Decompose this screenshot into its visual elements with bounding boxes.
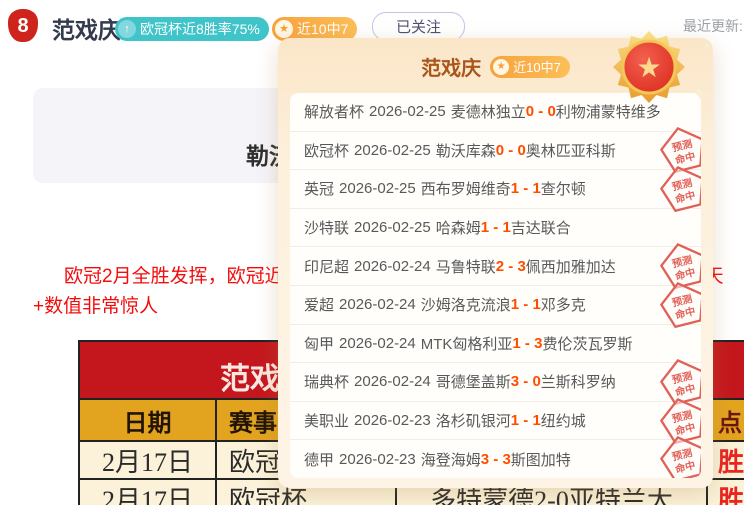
screen: 8 范戏庆 ↑ 欧冠杯近8胜率75% ★ 近10中7 已关注 最近更新: 勒沃 … bbox=[0, 0, 744, 505]
match-row[interactable]: 英冠 2026-02-25 西布罗姆维奇 1 - 1 查尔顿 预测 命中 bbox=[290, 170, 701, 209]
match-away-team: 兰斯科罗纳 bbox=[541, 371, 616, 392]
match-away-team: 奥林匹亚科斯 bbox=[526, 140, 616, 161]
user-avatar[interactable]: 8 bbox=[8, 9, 38, 42]
followed-button[interactable]: 已关注 bbox=[372, 12, 465, 41]
match-away-team: 邓多克 bbox=[541, 294, 586, 315]
match-date: 2026-02-25 bbox=[369, 103, 446, 120]
match-league: 匈甲 bbox=[304, 333, 334, 354]
match-away-team: 佩西加雅加达 bbox=[526, 256, 616, 277]
match-score: 1 - 3 bbox=[512, 335, 542, 352]
match-home-team: 洛杉矶银河 bbox=[436, 410, 511, 431]
match-row[interactable]: 瑞典杯 2026-02-24 哥德堡盖斯 3 - 0 兰斯科罗纳 预测 命中 bbox=[290, 363, 701, 402]
match-date: 2026-02-24 bbox=[339, 335, 416, 352]
match-league: 欧冠杯 bbox=[304, 140, 349, 161]
match-league: 沙特联 bbox=[304, 217, 349, 238]
match-score: 3 - 0 bbox=[511, 373, 541, 390]
table-cell-date: 2月17日 bbox=[80, 442, 217, 478]
match-row[interactable]: 欧冠杯 2026-02-25 勒沃库森 0 - 0 奥林匹亚科斯 预测 命中 bbox=[290, 132, 701, 171]
match-row[interactable]: 沙特联 2026-02-25 哈森姆 1 - 1 吉达联合 bbox=[290, 209, 701, 248]
match-score: 1 - 1 bbox=[511, 180, 541, 197]
prediction-popup: 范戏庆 ★ 近10中7 ★ ✦ ✦ 解放者杯 2026-02-25 bbox=[278, 38, 713, 488]
match-date: 2026-02-25 bbox=[354, 219, 431, 236]
col-date-header: 日期 bbox=[80, 400, 217, 440]
winrate-badge-label: 欧冠杯近8胜率75% bbox=[140, 19, 260, 39]
prediction-hit-stamp-icon: 预测 命中 bbox=[655, 160, 701, 216]
table-cell-result: 胜 bbox=[708, 480, 744, 505]
match-home-team: 西布罗姆维奇 bbox=[421, 178, 511, 199]
match-away-team: 费伦茨瓦罗斯 bbox=[542, 333, 632, 354]
popup-streak-badge: ★ 近10中7 bbox=[490, 56, 570, 78]
gold-medal-icon: ★ bbox=[612, 30, 686, 104]
streak-badge-label: 近10中7 bbox=[297, 19, 348, 39]
promo-text-line1: 欧冠2月全胜发挥，欧冠近 bbox=[64, 261, 284, 288]
match-score: 2 - 3 bbox=[496, 258, 526, 275]
match-home-team: 马鲁特联 bbox=[436, 256, 496, 277]
promo-text-line2: +数值非常惊人 bbox=[33, 291, 158, 318]
match-league: 解放者杯 bbox=[304, 101, 364, 122]
avatar-8-icon: 8 bbox=[17, 16, 28, 36]
popup-streak-badge-label: 近10中7 bbox=[513, 57, 561, 76]
col-result-header: 点 bbox=[708, 403, 744, 438]
match-away-team: 纽约城 bbox=[541, 410, 586, 431]
match-date: 2026-02-24 bbox=[354, 373, 431, 390]
match-score: 0 - 0 bbox=[526, 103, 556, 120]
match-home-team: 海登海姆 bbox=[421, 449, 481, 470]
star-icon: ★ bbox=[493, 59, 509, 75]
match-league: 英冠 bbox=[304, 178, 334, 199]
sparkle-icon: ✦ bbox=[691, 84, 708, 104]
match-away-team: 利物浦蒙特维多 bbox=[556, 101, 661, 122]
popup-title: 范戏庆 bbox=[421, 52, 481, 81]
match-league: 瑞典杯 bbox=[304, 371, 349, 392]
star-icon: ★ bbox=[275, 20, 293, 38]
match-score: 1 - 1 bbox=[511, 412, 541, 429]
match-league: 爱超 bbox=[304, 294, 334, 315]
match-date: 2026-02-24 bbox=[354, 258, 431, 275]
match-date: 2026-02-25 bbox=[339, 180, 416, 197]
match-row[interactable]: 爱超 2026-02-24 沙姆洛克流浪 1 - 1 邓多克 预测 命中 bbox=[290, 286, 701, 325]
match-league: 美职业 bbox=[304, 410, 349, 431]
match-date: 2026-02-23 bbox=[354, 412, 431, 429]
match-home-team: 勒沃库森 bbox=[436, 140, 496, 161]
table-cell-date: 2月17日 bbox=[80, 480, 217, 505]
match-date: 2026-02-25 bbox=[354, 142, 431, 159]
match-away-team: 查尔顿 bbox=[541, 178, 586, 199]
table-cell-result: 胜 bbox=[708, 442, 744, 479]
winrate-badge: ↑ 欧冠杯近8胜率75% bbox=[115, 17, 269, 41]
match-league: 德甲 bbox=[304, 449, 334, 470]
svg-text:★: ★ bbox=[636, 52, 661, 83]
match-away-team: 吉达联合 bbox=[511, 217, 571, 238]
match-score: 1 - 1 bbox=[481, 219, 511, 236]
match-row[interactable]: 印尼超 2026-02-24 马鲁特联 2 - 3 佩西加雅加达 预测 命中 bbox=[290, 247, 701, 286]
match-league: 印尼超 bbox=[304, 256, 349, 277]
match-home-team: 沙姆洛克流浪 bbox=[421, 294, 511, 315]
last-updated-label: 最近更新: bbox=[683, 16, 743, 36]
match-home-team: 哥德堡盖斯 bbox=[436, 371, 511, 392]
sparkle-icon: ✦ bbox=[702, 42, 711, 53]
arrow-up-icon: ↑ bbox=[118, 20, 136, 38]
history-table-title: 范戏 bbox=[220, 354, 280, 398]
match-score: 1 - 1 bbox=[511, 296, 541, 313]
match-date: 2026-02-24 bbox=[339, 296, 416, 313]
match-home-team: MTK匈格利亚 bbox=[421, 333, 513, 354]
match-row[interactable]: 匈甲 2026-02-24 MTK匈格利亚 1 - 3 费伦茨瓦罗斯 bbox=[290, 325, 701, 364]
match-home-team: 哈森姆 bbox=[436, 217, 481, 238]
match-score: 3 - 3 bbox=[481, 451, 511, 468]
match-row[interactable]: 德甲 2026-02-23 海登海姆 3 - 3 斯图加特 预测 命中 bbox=[290, 440, 701, 478]
match-away-team: 斯图加特 bbox=[511, 449, 571, 470]
match-date: 2026-02-23 bbox=[339, 451, 416, 468]
match-score: 0 - 0 bbox=[496, 142, 526, 159]
match-list: 解放者杯 2026-02-25 麦德林独立 0 - 0 利物浦蒙特维多 欧冠杯 … bbox=[290, 93, 701, 478]
match-row[interactable]: 美职业 2026-02-23 洛杉矶银河 1 - 1 纽约城 预测 命中 bbox=[290, 402, 701, 441]
user-name: 范戏庆 bbox=[52, 11, 121, 45]
match-home-team: 麦德林独立 bbox=[451, 101, 526, 122]
